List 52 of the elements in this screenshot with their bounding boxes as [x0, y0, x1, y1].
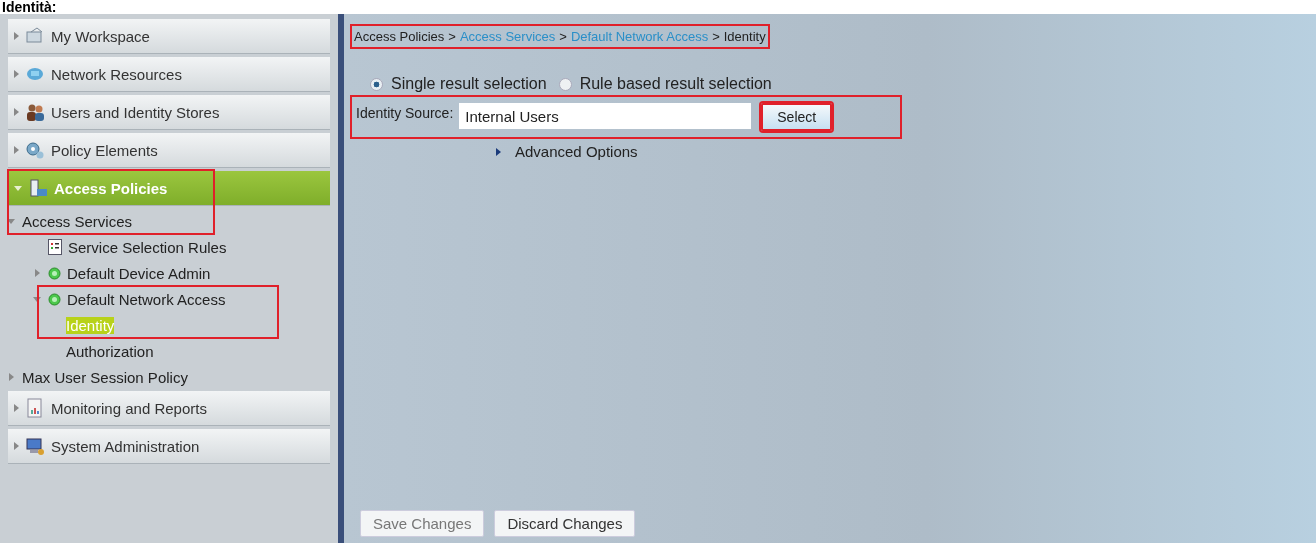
report-icon: [25, 398, 45, 418]
expand-arrow-icon[interactable]: [14, 70, 19, 78]
gear-icon: [25, 140, 45, 160]
section-label: System Administration: [51, 437, 200, 455]
workspace-icon: [25, 26, 45, 46]
breadcrumb-item: Identity: [723, 29, 766, 44]
breadcrumb-separator: >: [559, 29, 567, 44]
expand-arrow-icon[interactable]: [14, 146, 19, 154]
radio-label: Rule based result selection: [579, 75, 772, 93]
section-label: Access Policies: [54, 179, 168, 197]
tree-item[interactable]: Default Network Access: [67, 290, 226, 308]
expand-arrow-icon[interactable]: [14, 442, 19, 450]
computer-icon: [25, 436, 45, 456]
select-button[interactable]: Select: [761, 103, 833, 131]
status-dot-icon: [48, 266, 61, 280]
breadcrumb-item: Access Policies: [354, 29, 445, 44]
tree-item[interactable]: Service Selection Rules: [68, 238, 227, 256]
radio-button[interactable]: [370, 77, 383, 91]
field-label: Identity Source:: [356, 105, 454, 121]
tree-item[interactable]: Access Services: [22, 212, 133, 230]
sidebar-section-header[interactable]: Network Resources: [8, 57, 330, 92]
tree-item[interactable]: Default Device Admin: [67, 264, 211, 282]
expand-arrow-icon[interactable]: [14, 32, 19, 40]
identity-source-field[interactable]: Internal Users: [459, 103, 752, 129]
breadcrumb-separator: >: [712, 29, 720, 44]
status-dot-icon: [48, 292, 61, 306]
collapse-arrow-icon[interactable]: [7, 218, 15, 224]
sidebar-section-header[interactable]: System Administration: [8, 429, 330, 464]
sidebar-section-header[interactable]: Monitoring and Reports: [8, 391, 330, 426]
tree-item[interactable]: Max User Session Policy: [22, 368, 188, 386]
expand-arrow-icon[interactable]: [496, 147, 501, 156]
list-icon: [48, 239, 62, 255]
section-label: Users and Identity Stores: [51, 103, 220, 121]
radio-button[interactable]: [558, 77, 572, 91]
tree-item[interactable]: Authorization: [66, 342, 154, 360]
collapse-arrow-icon[interactable]: [33, 296, 41, 302]
expand-arrow-icon[interactable]: [14, 404, 19, 412]
sidebar-section-header[interactable]: Users and Identity Stores: [8, 95, 330, 130]
section-label: My Workspace: [51, 27, 150, 45]
building-icon: [28, 178, 48, 198]
page-heading: Identità:: [1, 0, 57, 14]
expand-arrow-icon[interactable]: [14, 108, 19, 116]
radio-label: Single result selection: [391, 75, 547, 93]
breadcrumb-separator: >: [448, 29, 456, 44]
sidebar-section-header[interactable]: Policy Elements: [8, 133, 330, 168]
users-icon: [25, 102, 45, 122]
section-label: Monitoring and Reports: [51, 399, 207, 417]
advanced-options-toggle[interactable]: Advanced Options: [515, 143, 638, 160]
discard-button[interactable]: Discard Changes: [494, 510, 636, 537]
section-label: Network Resources: [51, 65, 182, 83]
section-label: Policy Elements: [51, 141, 158, 159]
sidebar-section-header[interactable]: My Workspace: [8, 19, 330, 54]
